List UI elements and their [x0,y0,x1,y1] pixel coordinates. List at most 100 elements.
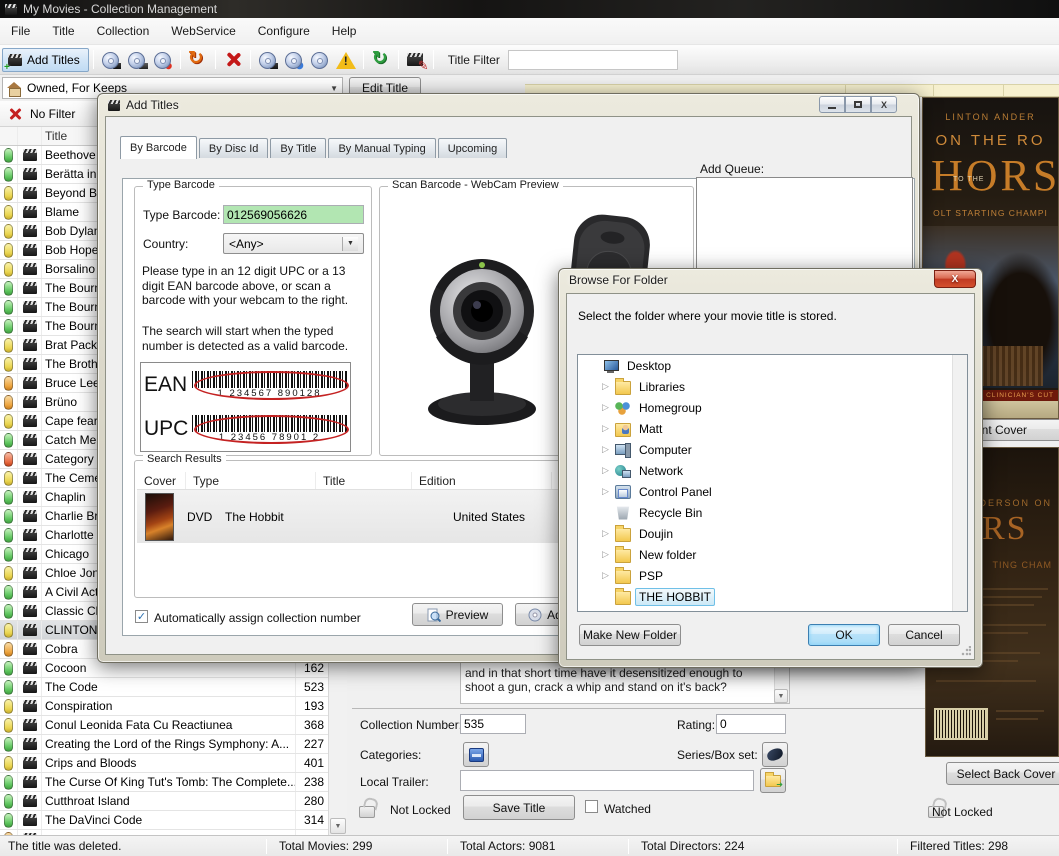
barcode-instructions-1: Please type in an 12 digit UPC or a 13 d… [142,264,367,308]
scroll-down-icon[interactable]: ▼ [330,818,346,834]
categories-button[interactable] [463,742,489,767]
movie-list-row[interactable]: The Code 523 [0,678,328,697]
folder-tree-item[interactable]: ▷ THE HOBBIT [578,586,967,607]
dialog-tab[interactable]: By Title [270,138,326,158]
series-box-set-button[interactable] [762,742,788,767]
expand-arrow-icon[interactable]: ▷ [602,403,611,413]
total-movies: Total Movies: 299 [267,839,447,853]
movie-clapper-icon [23,719,37,731]
movie-clapper-icon [23,453,37,465]
folder-tree-item[interactable]: ▷ Libraries [578,376,967,397]
menu-item[interactable]: WebService [160,18,246,44]
update-titles-icon[interactable] [187,49,209,71]
categories-icon [469,748,484,762]
disc-offline-icon[interactable] [257,49,279,71]
folder-tree-item[interactable]: ▷ Doujin [578,523,967,544]
delete-title-icon[interactable] [222,49,244,71]
expand-arrow-icon[interactable]: ▷ [602,424,611,434]
resize-grip[interactable] [961,646,971,656]
add-title-from-disc-icon[interactable] [100,49,122,71]
column-header[interactable]: Cover [137,472,186,489]
menu-item[interactable]: File [0,18,41,44]
dialog-tab[interactable]: By Manual Typing [328,138,435,158]
column-header[interactable]: Title [316,472,412,489]
add-title-from-disc-camera-icon[interactable] [126,49,148,71]
movie-collection-number: 193 [295,697,328,715]
local-trailer-label: Local Trailer: [360,775,429,789]
browse-trailer-button[interactable] [760,768,786,793]
maximize-button[interactable] [845,96,871,113]
title-filter-input[interactable] [508,50,678,70]
expand-arrow-icon[interactable]: ▷ [602,550,611,560]
menu-item[interactable]: Configure [247,18,321,44]
add-titles-button[interactable]: + Add Titles [2,48,89,72]
dialog-tab[interactable]: Upcoming [438,138,508,158]
edit-titles-icon[interactable] [405,49,427,71]
folder-item-label: Libraries [635,378,689,396]
folder-tree-item[interactable]: ▷ Homegroup [578,397,967,418]
close-button[interactable]: X [871,96,897,113]
movie-list-row[interactable]: Conspiration 193 [0,697,328,716]
make-new-folder-button[interactable]: Make New Folder [579,624,681,646]
movie-clapper-icon [23,263,37,275]
disc-profile-icon[interactable] [283,49,305,71]
not-locked-label: Not Locked [932,805,993,819]
preview-button[interactable]: Preview [412,603,503,626]
column-header[interactable]: Type [186,472,316,489]
disc-copy-icon[interactable] [309,49,331,71]
folder-tree-item[interactable]: ▷ PSP [578,565,967,586]
dialog-tab[interactable]: By Disc Id [199,138,269,158]
folder-item-icon [615,381,631,395]
movie-clapper-icon [23,757,37,769]
menu-item[interactable]: Title [41,18,85,44]
save-title-button[interactable]: Save Title [463,795,575,820]
menu-item[interactable]: Help [321,18,368,44]
select-back-cover-button[interactable]: Select Back Cover [946,762,1059,785]
scroll-down-icon[interactable]: ▼ [774,689,788,703]
dialog-tab[interactable]: By Barcode [120,136,197,159]
movie-clapper-icon [23,624,37,636]
status-pill-icon [4,718,13,733]
minimize-button[interactable] [819,96,845,113]
movie-list-row[interactable]: The DaVinci Code 314 [0,811,328,830]
tree-scrollbar[interactable] [952,355,967,611]
add-title-from-disc-save-icon[interactable] [152,49,174,71]
expand-arrow-icon[interactable]: ▷ [602,382,611,392]
movie-list-row[interactable]: Creating the Lord of the Rings Symphony:… [0,735,328,754]
auto-assign-checkbox[interactable] [135,610,148,623]
folder-tree-item[interactable]: ▷ New folder [578,544,967,565]
movie-list-row[interactable]: Crips and Bloods 401 [0,754,328,773]
folder-tree-item[interactable]: ▷ Matt [578,418,967,439]
menu-item[interactable]: Collection [86,18,161,44]
lock-icon[interactable] [356,796,378,818]
expand-arrow-icon[interactable]: ▷ [602,571,611,581]
rating-input[interactable] [716,714,786,734]
expand-arrow-icon[interactable]: ▷ [602,487,611,497]
close-button[interactable]: X [934,270,976,288]
ok-button[interactable]: OK [808,624,880,646]
chevron-down-icon: ▼ [342,237,358,251]
movie-title: Conspiration [42,699,295,713]
local-trailer-input[interactable] [460,770,754,791]
folder-tree-item[interactable]: ▷ Desktop [578,355,967,376]
movie-list-row[interactable]: Cutthroat Island 280 [0,792,328,811]
expand-arrow-icon[interactable]: ▷ [602,466,611,476]
expand-arrow-icon[interactable]: ▷ [602,445,611,455]
refresh-icon[interactable] [370,49,392,71]
cancel-button[interactable]: Cancel [888,624,960,646]
country-select[interactable]: <Any> ▼ [223,233,364,254]
folder-tree-item[interactable]: ▷ Network [578,460,967,481]
barcode-input[interactable] [223,205,364,224]
movie-list-row[interactable]: Conul Leonida Fata Cu Reactiunea 368 [0,716,328,735]
folder-item-label: Computer [635,441,696,459]
folder-tree-item[interactable]: ▷ Recycle Bin [578,502,967,523]
folder-tree-item[interactable]: ▷ Control Panel [578,481,967,502]
column-header[interactable]: Edition [412,472,552,489]
folder-tree-item[interactable]: ▷ Computer [578,439,967,460]
movie-list-row[interactable]: The Curse Of King Tut's Tomb: The Comple… [0,773,328,792]
expand-arrow-icon[interactable]: ▷ [602,529,611,539]
folder-item-icon [615,401,631,415]
collection-number-input[interactable] [460,714,526,734]
watched-checkbox[interactable] [585,800,598,813]
report-problem-icon[interactable] [335,49,357,71]
